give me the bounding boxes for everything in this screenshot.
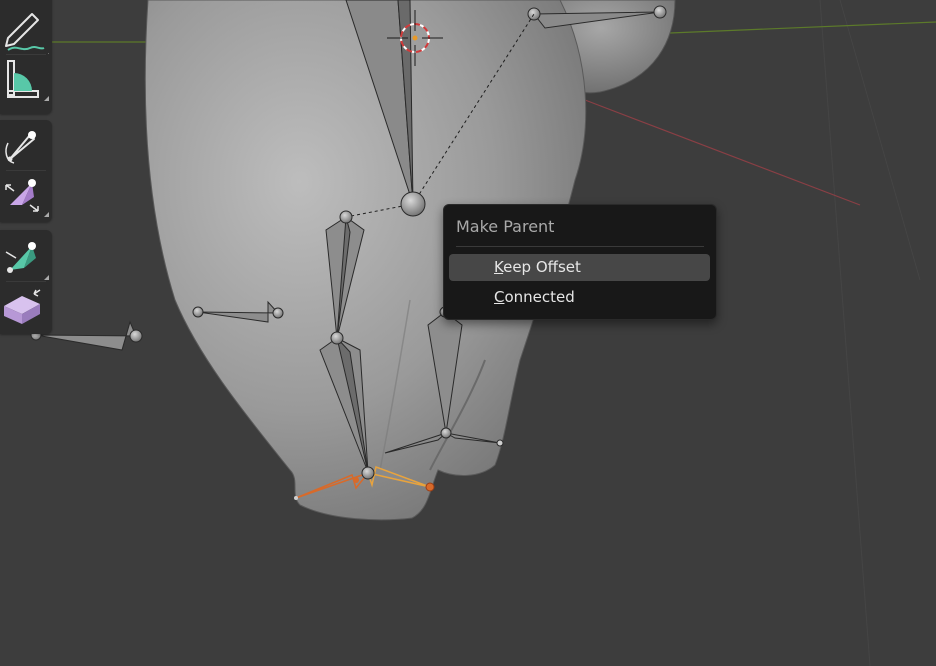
transform-tool[interactable] [0,282,52,332]
bone-root-joint [400,191,426,217]
tool-group-bone [0,120,52,222]
tool-group-edit [0,230,52,334]
annotate-tool[interactable] [0,4,52,54]
3d-viewport[interactable] [0,0,936,666]
x-axis-line [584,99,861,206]
bone-extrude-icon [5,242,49,280]
roll-tool[interactable] [0,121,52,171]
menu-item-connected[interactable]: Connected [449,284,710,311]
make-parent-menu: Make Parent Keep Offset Connected [443,204,717,320]
measure-tool[interactable] [0,55,52,105]
shear-box-icon [4,289,41,324]
menu-divider [456,246,704,247]
accelerator-key: C [494,288,505,306]
extrude-tool[interactable] [0,232,52,282]
menu-item-label: Keep Offset [494,258,581,276]
bone-envelope-icon [5,179,49,217]
menu-item-keep-offset[interactable]: Keep Offset [449,254,710,281]
bone-roll-icon [5,131,36,164]
accelerator-key: K [494,258,504,276]
ruler-protractor-icon [7,60,49,101]
tool-group-annotate [0,0,52,114]
bone-size-tool[interactable] [0,171,52,221]
menu-title: Make Parent [456,217,555,236]
annotate-icon [5,13,49,54]
menu-item-label: Connected [494,288,575,306]
